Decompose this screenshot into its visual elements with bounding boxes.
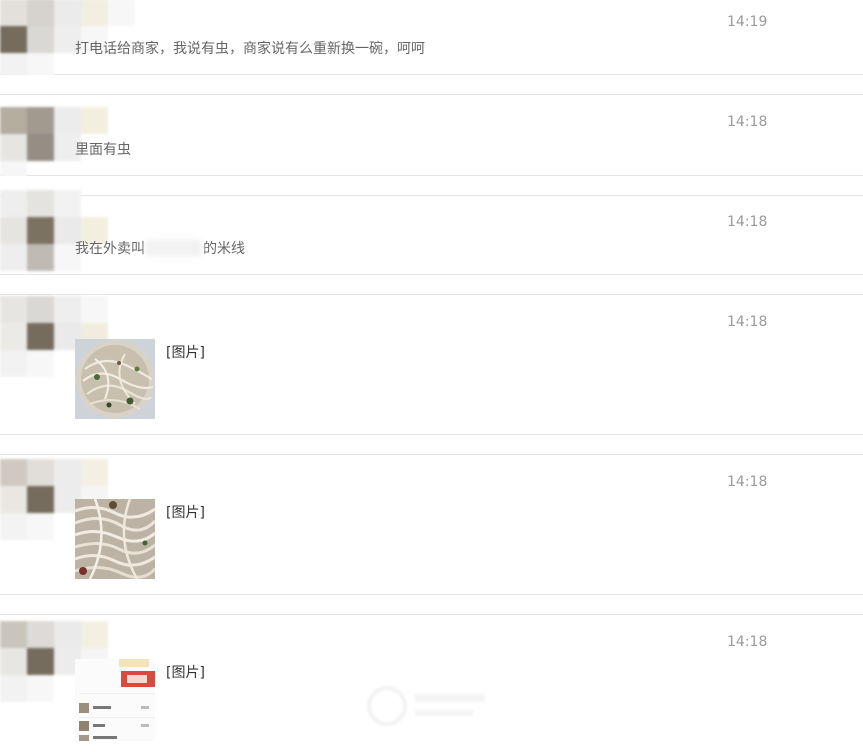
message-time: 14:18: [727, 214, 768, 230]
image-thumbnail[interactable]: [75, 659, 155, 741]
message-text-part: 的米线: [203, 241, 245, 257]
message-time: 14:18: [727, 474, 768, 490]
image-label: [图片]: [166, 505, 205, 521]
message-text: 打电话给商家，我说有虫，商家说有么重新换一碗，呵呵: [75, 41, 425, 57]
message-item[interactable]: 14:19 打电话给商家，我说有虫，商家说有么重新换一碗，呵呵: [0, 0, 863, 80]
message-item[interactable]: 14:18 我在外卖叫 的米线: [0, 190, 863, 275]
message-item[interactable]: 14:18 里面有虫: [0, 96, 863, 188]
image-thumbnail[interactable]: [75, 339, 155, 419]
noodle-bowl-image: [75, 339, 155, 419]
message-text-part: 我在外卖叫: [75, 241, 145, 257]
redacted-text: [145, 240, 203, 256]
message-time: 14:18: [727, 314, 768, 330]
avatar[interactable]: [0, 190, 165, 275]
message-separator: [0, 75, 863, 95]
message-feed: 14:19 打电话给商家，我说有虫，商家说有么重新换一碗，呵呵 14:18 里面…: [0, 0, 863, 752]
message-item[interactable]: 14:18 [图片]: [0, 456, 863, 595]
image-label: [图片]: [166, 345, 205, 361]
noodles-closeup-image: [75, 499, 155, 579]
watermark-logo: [367, 686, 485, 726]
message-time: 14:18: [727, 634, 768, 650]
order-screenshot-image: [75, 659, 155, 741]
message-separator: [0, 275, 863, 295]
image-label: [图片]: [166, 665, 205, 681]
message-item[interactable]: 14:18 [图片]: [0, 296, 863, 435]
message-time: 14:19: [727, 14, 768, 30]
message-separator: [0, 435, 863, 455]
message-text: 我在外卖叫 的米线: [75, 238, 245, 258]
message-time: 14:18: [727, 114, 768, 130]
message-text: 里面有虫: [75, 142, 131, 158]
image-thumbnail[interactable]: [75, 499, 155, 579]
message-separator: [0, 595, 863, 615]
